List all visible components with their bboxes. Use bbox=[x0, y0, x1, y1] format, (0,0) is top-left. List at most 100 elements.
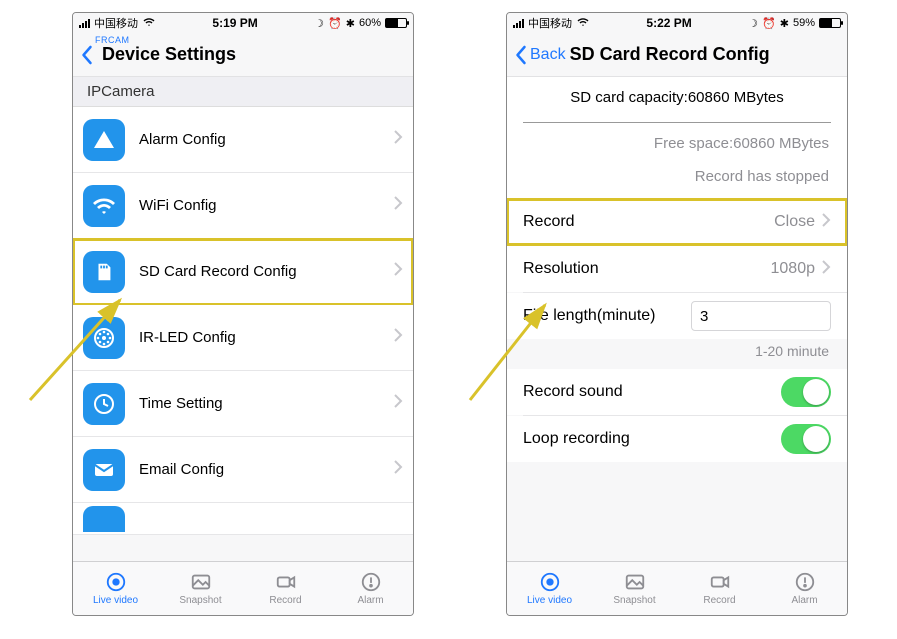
clock-icon bbox=[83, 383, 125, 425]
row-cutoff[interactable] bbox=[73, 503, 413, 535]
row-alarm-config[interactable]: Alarm Config bbox=[73, 107, 413, 173]
chevron-right-icon bbox=[393, 393, 403, 414]
carrier-label: 中国移动 bbox=[528, 15, 572, 31]
record-status-label: Record has stopped bbox=[507, 158, 847, 199]
page-title: Device Settings bbox=[102, 44, 236, 65]
row-label: Email Config bbox=[139, 461, 393, 478]
chevron-right-icon bbox=[821, 259, 831, 280]
dnd-icon: ☽ bbox=[314, 17, 324, 30]
row-label: Loop recording bbox=[523, 430, 781, 448]
row-label: IR-LED Config bbox=[139, 329, 393, 346]
battery-pct: 59% bbox=[793, 17, 815, 29]
tab-alarm[interactable]: Alarm bbox=[762, 562, 847, 615]
phone-right: 中国移动 5:22 PM ☽ ⏰ ✱ 59% Back SD Card Reco… bbox=[506, 12, 848, 616]
dnd-icon: ☽ bbox=[748, 17, 758, 30]
tab-label: Alarm bbox=[357, 595, 383, 606]
row-label: Record sound bbox=[523, 383, 781, 401]
row-ir-led-config[interactable]: IR-LED Config bbox=[73, 305, 413, 371]
signal-bars-icon bbox=[513, 18, 524, 28]
row-sd-card-record-config[interactable]: SD Card Record Config bbox=[73, 239, 413, 305]
wifi-icon bbox=[576, 16, 590, 31]
battery-icon bbox=[819, 18, 841, 28]
row-wifi-config[interactable]: WiFi Config bbox=[73, 173, 413, 239]
tab-bar: Live video Snapshot Record Alarm bbox=[73, 561, 413, 615]
row-time-setting[interactable]: Time Setting bbox=[73, 371, 413, 437]
tab-label: Snapshot bbox=[179, 595, 221, 606]
tab-alarm[interactable]: Alarm bbox=[328, 562, 413, 615]
row-record-sound: Record sound bbox=[507, 369, 847, 415]
back-button[interactable] bbox=[79, 45, 94, 65]
nav-header: FRCAM Device Settings bbox=[73, 33, 413, 77]
file-length-hint: 1-20 minute bbox=[507, 339, 847, 369]
signal-bars-icon bbox=[79, 18, 90, 28]
status-bar: 中国移动 5:19 PM ☽ ⏰ ✱ 60% bbox=[73, 13, 413, 33]
tab-live-video[interactable]: Live video bbox=[507, 562, 592, 615]
capacity-label: SD card capacity:60860 MBytes bbox=[507, 77, 847, 108]
bluetooth-icon: ✱ bbox=[780, 17, 789, 30]
generic-icon bbox=[83, 506, 125, 532]
clock-label: 5:22 PM bbox=[646, 16, 691, 30]
alarm-set-icon: ⏰ bbox=[328, 17, 342, 30]
live-video-icon bbox=[538, 571, 562, 593]
tab-record[interactable]: Record bbox=[677, 562, 762, 615]
back-label: Back bbox=[530, 46, 566, 64]
row-label: Alarm Config bbox=[139, 131, 393, 148]
loop-recording-toggle[interactable] bbox=[781, 424, 831, 454]
row-record[interactable]: Record Close bbox=[507, 199, 847, 245]
tab-label: Record bbox=[703, 595, 735, 606]
record-icon bbox=[708, 571, 732, 593]
wifi-icon bbox=[142, 16, 156, 31]
chevron-right-icon bbox=[393, 129, 403, 150]
row-value: 1080p bbox=[771, 260, 816, 278]
tab-record[interactable]: Record bbox=[243, 562, 328, 615]
back-button[interactable]: Back bbox=[513, 45, 566, 65]
row-loop-recording: Loop recording bbox=[507, 416, 847, 462]
alarm-icon bbox=[359, 571, 383, 593]
tab-label: Snapshot bbox=[613, 595, 655, 606]
chevron-right-icon bbox=[821, 212, 831, 233]
alert-triangle-icon bbox=[83, 119, 125, 161]
free-space-label: Free space:60860 MBytes bbox=[507, 129, 847, 158]
nav-header: Back SD Card Record Config bbox=[507, 33, 847, 77]
clock-label: 5:19 PM bbox=[212, 16, 257, 30]
chevron-right-icon bbox=[393, 459, 403, 480]
tab-snapshot[interactable]: Snapshot bbox=[158, 562, 243, 615]
bluetooth-icon: ✱ bbox=[346, 17, 355, 30]
row-resolution[interactable]: Resolution 1080p bbox=[507, 246, 847, 292]
tab-live-video[interactable]: Live video bbox=[73, 562, 158, 615]
alarm-set-icon: ⏰ bbox=[762, 17, 776, 30]
divider bbox=[523, 122, 831, 123]
row-label: Record bbox=[523, 213, 774, 231]
row-label: SD Card Record Config bbox=[139, 263, 393, 280]
row-label: WiFi Config bbox=[139, 197, 393, 214]
alarm-icon bbox=[793, 571, 817, 593]
chevron-right-icon bbox=[393, 195, 403, 216]
chevron-right-icon bbox=[393, 261, 403, 282]
tab-label: Record bbox=[269, 595, 301, 606]
settings-list: Alarm Config WiFi Config SD Card Record … bbox=[73, 107, 413, 535]
live-video-icon bbox=[104, 571, 128, 593]
file-length-input[interactable] bbox=[691, 301, 831, 331]
record-sound-toggle[interactable] bbox=[781, 377, 831, 407]
tab-label: Live video bbox=[527, 595, 572, 606]
tab-label: Live video bbox=[93, 595, 138, 606]
tab-snapshot[interactable]: Snapshot bbox=[592, 562, 677, 615]
frcam-label: FRCAM bbox=[95, 35, 130, 45]
battery-pct: 60% bbox=[359, 17, 381, 29]
mail-icon bbox=[83, 449, 125, 491]
chevron-right-icon bbox=[393, 327, 403, 348]
status-bar: 中国移动 5:22 PM ☽ ⏰ ✱ 59% bbox=[507, 13, 847, 33]
gear-dots-icon bbox=[83, 317, 125, 359]
tab-bar: Live video Snapshot Record Alarm bbox=[507, 561, 847, 615]
phone-left: 中国移动 5:19 PM ☽ ⏰ ✱ 60% FRCAM Device Sett… bbox=[72, 12, 414, 616]
row-email-config[interactable]: Email Config bbox=[73, 437, 413, 503]
tab-label: Alarm bbox=[791, 595, 817, 606]
row-value: Close bbox=[774, 213, 815, 231]
row-label: Time Setting bbox=[139, 395, 393, 412]
wifi-icon bbox=[83, 185, 125, 227]
row-label: Resolution bbox=[523, 260, 771, 278]
row-file-length: File length(minute) bbox=[507, 293, 847, 339]
section-header: IPCamera bbox=[73, 77, 413, 107]
page-title: SD Card Record Config bbox=[570, 44, 770, 65]
battery-icon bbox=[385, 18, 407, 28]
